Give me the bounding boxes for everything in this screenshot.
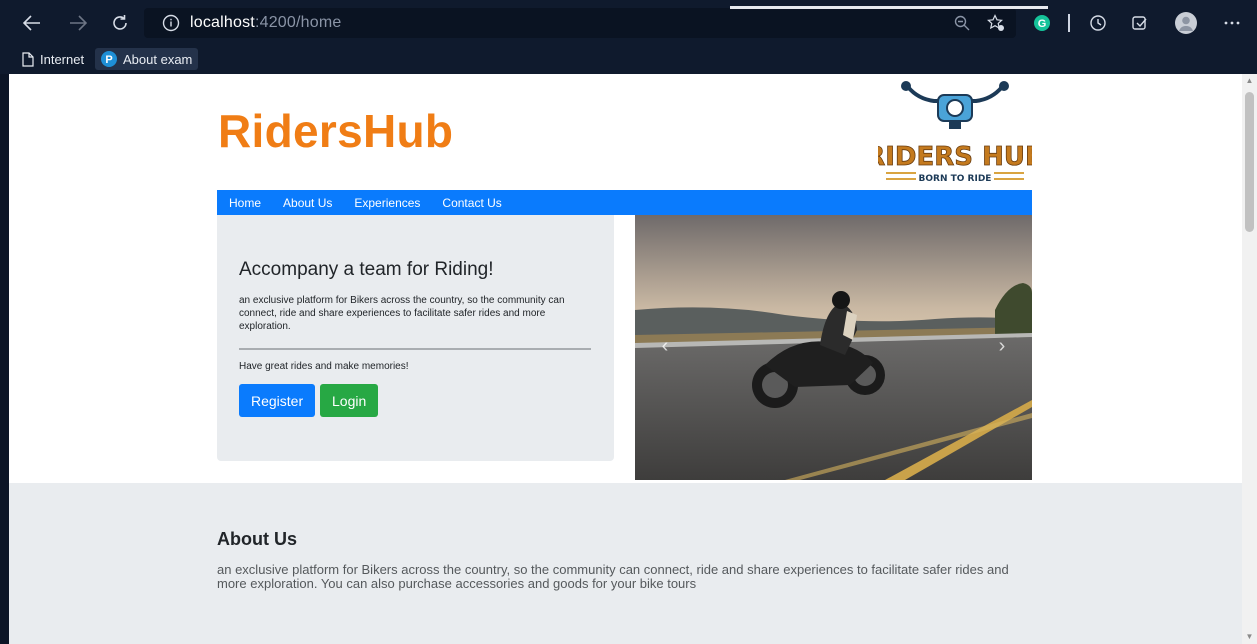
register-button[interactable]: Register — [239, 384, 316, 417]
page-icon — [22, 51, 34, 67]
motorcycle-rider-photo — [635, 215, 1032, 480]
bookmark-about-exam[interactable]: P About exam — [95, 48, 199, 70]
nav-link-contact-us[interactable]: Contact Us — [442, 196, 501, 210]
scroll-down-icon[interactable]: ▼ — [1245, 632, 1254, 641]
scroll-up-icon[interactable]: ▲ — [1245, 76, 1254, 85]
nav-link-experiences[interactable]: Experiences — [354, 196, 420, 210]
hero-carousel: ‹ › — [635, 215, 1032, 480]
url-text: localhost:4200/home — [190, 14, 341, 32]
hero-divider — [239, 348, 591, 350]
hero-jumbotron: Accompany a team for Riding! an exclusiv… — [217, 215, 614, 461]
carousel-prev-icon[interactable]: ‹ — [655, 335, 675, 359]
browser-toolbar: localhost:4200/home G — [0, 0, 1257, 46]
profile-avatar-icon[interactable] — [1174, 11, 1198, 35]
bookmark-internet[interactable]: Internet — [16, 48, 90, 70]
page-scrollbar[interactable]: ▲ ▼ — [1242, 74, 1257, 644]
refresh-icon[interactable] — [108, 11, 132, 35]
browser-window: localhost:4200/home G Internet P About e… — [0, 0, 1257, 644]
back-arrow-icon[interactable] — [20, 11, 44, 35]
extensions-icon[interactable] — [1128, 11, 1152, 35]
url-host: localhost — [190, 14, 255, 31]
bookmark-label: About exam — [123, 51, 193, 67]
more-menu-icon[interactable] — [1220, 11, 1244, 35]
carousel-next-icon[interactable]: › — [992, 335, 1012, 359]
toolbar-divider — [1068, 14, 1070, 32]
login-button[interactable]: Login — [320, 384, 379, 417]
history-icon[interactable] — [1086, 11, 1110, 35]
riders-hub-logo-image: RIDERS HUB BORN TO RIDE — [878, 77, 1032, 189]
about-us-text: an exclusive platform for Bikers across … — [217, 562, 1009, 591]
address-bar[interactable]: localhost:4200/home — [144, 6, 1048, 38]
pearson-icon: P — [101, 51, 117, 67]
svg-text:RIDERS HUB: RIDERS HUB — [878, 142, 1032, 172]
bookmark-label: Internet — [40, 51, 85, 67]
hero-description: an exclusive platform for Bikers across … — [239, 295, 565, 332]
nav-link-home[interactable]: Home — [229, 196, 261, 210]
about-us-title: About Us — [217, 529, 297, 549]
grammarly-extension-icon[interactable]: G — [1030, 11, 1054, 35]
forward-arrow-icon[interactable] — [66, 11, 90, 35]
zoom-out-icon[interactable] — [950, 11, 974, 35]
favorite-star-icon[interactable] — [984, 11, 1008, 35]
url-path: :4200/home — [254, 14, 342, 31]
main-navbar: Home About Us Experiences Contact Us — [217, 190, 1032, 215]
scrollbar-thumb[interactable] — [1245, 92, 1254, 232]
address-bar-highlight — [730, 6, 1048, 9]
site-info-icon[interactable] — [162, 14, 180, 32]
svg-text:P: P — [105, 54, 112, 66]
bookmarks-bar: Internet P About exam — [0, 46, 1257, 74]
svg-text:G: G — [1038, 18, 1047, 30]
site-brand-title[interactable]: RidersHub — [218, 104, 453, 158]
hero-title: Accompany a team for Riding! — [239, 259, 494, 280]
hero-tagline: Have great rides and make memories! — [239, 361, 409, 372]
nav-link-about-us[interactable]: About Us — [283, 196, 332, 210]
about-us-section: About Us an exclusive platform for Biker… — [9, 483, 1242, 644]
page-viewport: RidersHub RIDERS HUB BORN TO RIDE Home A… — [9, 74, 1242, 644]
svg-text:BORN TO RIDE: BORN TO RIDE — [919, 174, 992, 184]
